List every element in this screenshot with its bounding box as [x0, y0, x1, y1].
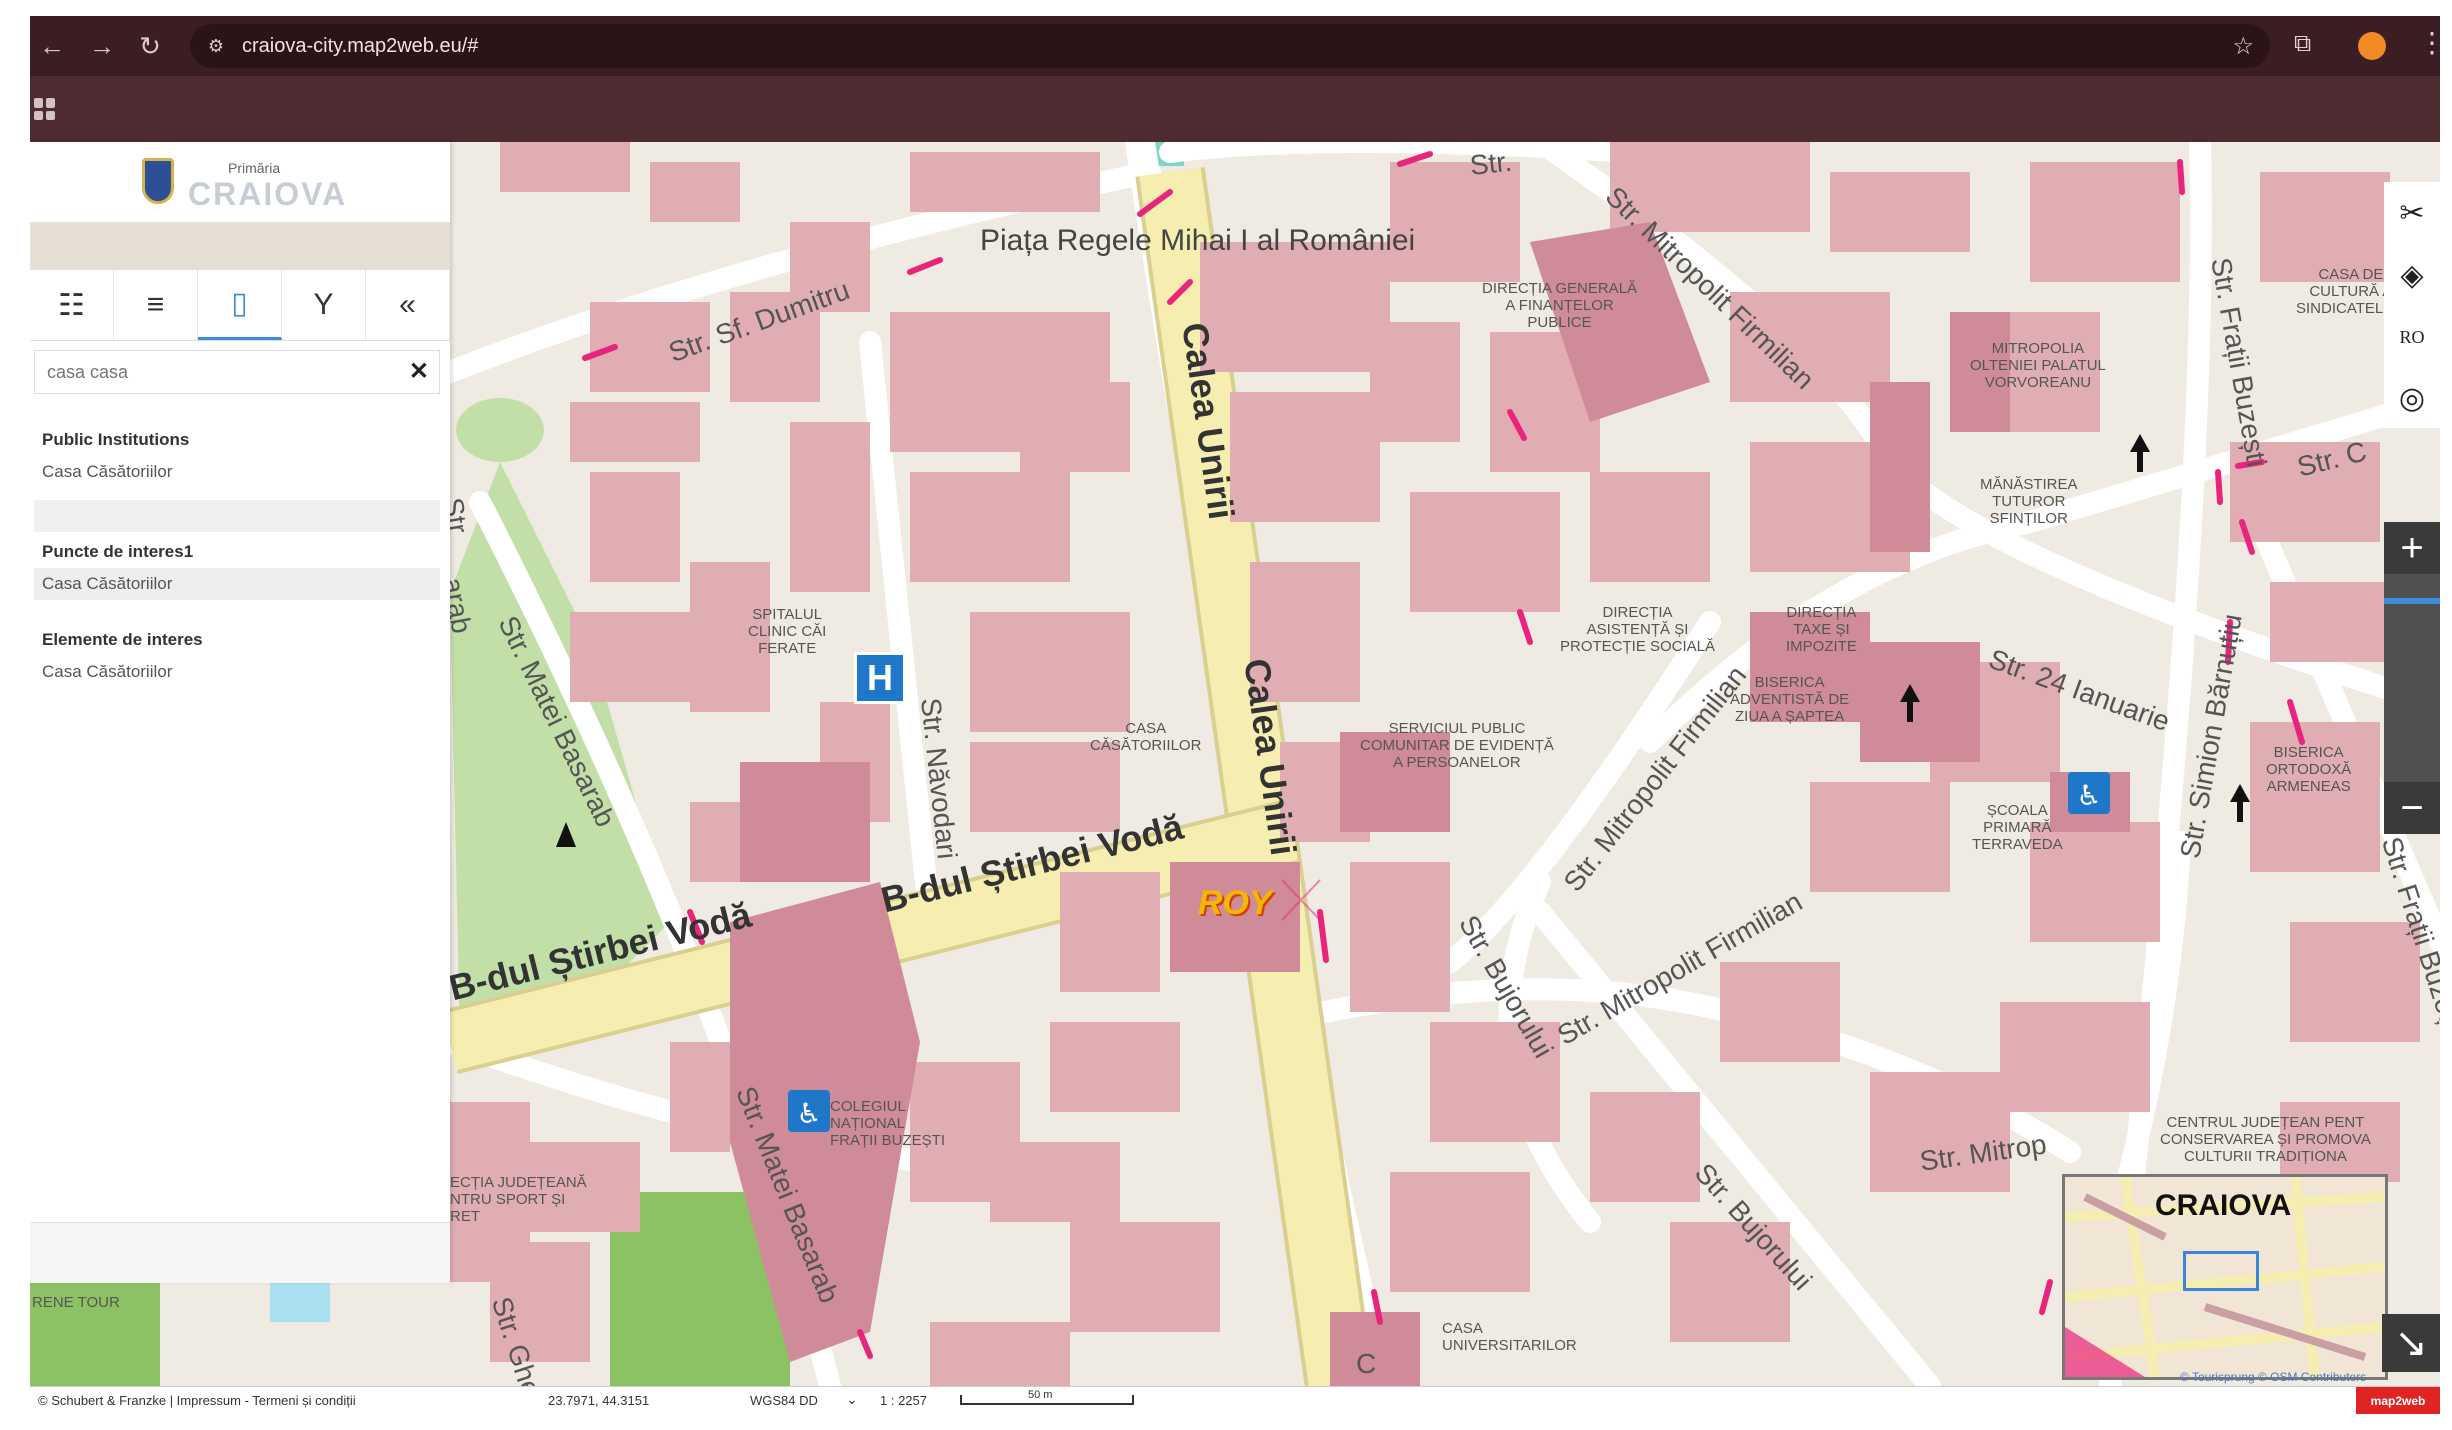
reload-icon[interactable]: ↻: [134, 30, 166, 62]
logo-subtitle: Primăria: [228, 160, 281, 176]
zoom-in-button[interactable]: +: [2384, 522, 2440, 574]
search-sidebar: Primăria CRAIOVA ☷ ≡ ▯ Y « ✕ Public Inst…: [30, 142, 450, 1283]
roy-logo: ROY: [1198, 884, 1272, 922]
zoom-slider-handle[interactable]: [2384, 598, 2440, 604]
clear-search-icon[interactable]: ✕: [409, 357, 429, 386]
search-box: ✕: [34, 350, 440, 394]
result-item[interactable]: Casa Căsătoriilor: [34, 568, 440, 600]
result-item[interactable]: Casa Căsătoriilor: [34, 656, 440, 688]
locate-icon[interactable]: ◎: [2384, 368, 2440, 429]
profile-avatar[interactable]: [2358, 32, 2386, 60]
url-text[interactable]: craiova-city.map2web.eu/#: [242, 35, 478, 58]
poi-label-adventista: BISERICA ADVENTISTĂ DE ZIUA A ȘAPTEA: [1730, 674, 1850, 725]
city-logo[interactable]: Primăria CRAIOVA: [30, 142, 450, 222]
tab-search[interactable]: ▯: [198, 270, 282, 340]
result-group-title: Elemente de interes: [42, 630, 203, 649]
minimap-viewport[interactable]: [2183, 1251, 2259, 1291]
poi-label-casa-universitarilor: CASA UNIVERSITARILOR: [1442, 1320, 1577, 1354]
bookmarks-bar: [30, 76, 2440, 142]
hospital-icon: H: [854, 652, 906, 704]
bookmark-star-icon[interactable]: ☆: [2232, 32, 2254, 61]
poi-label-biserica-ortodoxa: BISERICA ORTODOXĂ ARMENEAS: [2266, 744, 2352, 795]
poi-label-teren: RENE TOUR: [32, 1294, 120, 1311]
tab-collapse[interactable]: «: [366, 270, 450, 340]
menu-icon: ≡: [146, 288, 165, 321]
scale-bar-label: 50 m: [1028, 1389, 1053, 1401]
sidebar-map-strip: [30, 222, 450, 270]
poi-label-spitalul: SPITALUL CLINIC CĂI FERATE: [748, 606, 827, 657]
browser-window: ← → ↻ ⚙ craiova-city.map2web.eu/# ☆ ⧉ ⋮: [30, 16, 2440, 1414]
language-selector[interactable]: RO: [2384, 306, 2440, 369]
tools-icon[interactable]: ✂: [2384, 182, 2440, 245]
poi-label-casa-casatoriilor: CASA CĂSĂTORIILOR: [1090, 720, 1202, 754]
poi-label-scoala: ȘCOALA PRIMARĂ TERRAVEDA: [1972, 802, 2063, 853]
svg-text:♿: ♿: [796, 1097, 821, 1130]
poi-label-taxe: DIRECȚIA TAXE ȘI IMPOZITE: [1786, 604, 1857, 655]
coordinates-readout: 23.7971, 44.3151: [548, 1393, 650, 1408]
crs-select[interactable]: WGS84 DD: [750, 1393, 818, 1408]
site-settings-icon[interactable]: ⚙: [204, 34, 228, 58]
minimap-title: CRAIOVA: [2155, 1189, 2292, 1222]
poi-label-directia-finante: DIRECȚIA GENERALĂ A FINANȚELOR PUBLICE: [1482, 280, 1638, 331]
filter-icon: Y: [313, 288, 334, 321]
zoom-out-button[interactable]: −: [2384, 782, 2440, 834]
copyright-text[interactable]: © Schubert & Franzke | Impressum - Terme…: [38, 1393, 356, 1408]
svg-text:♿: ♿: [2076, 779, 2101, 812]
minimap-toggle-button[interactable]: ↘: [2382, 1314, 2440, 1372]
tab-legend[interactable]: ☷: [30, 270, 114, 340]
browser-toolbar: ← → ↻ ⚙ craiova-city.map2web.eu/# ☆ ⧉ ⋮: [30, 16, 2440, 76]
zoom-control: + −: [2384, 522, 2440, 834]
poi-label-mitropolia: MITROPOLIA OLTENIEI PALATUL VORVOREANU: [1970, 340, 2106, 391]
back-icon[interactable]: ←: [36, 30, 68, 62]
search-input[interactable]: [35, 351, 389, 393]
street-label-c: C: [1356, 1348, 1377, 1379]
tab-menu[interactable]: ≡: [114, 270, 198, 340]
extensions-icon[interactable]: ⧉: [2294, 30, 2311, 58]
sidebar-footer: [30, 1222, 450, 1283]
apps-grid-icon[interactable]: [34, 98, 56, 120]
address-bar[interactable]: ⚙ craiova-city.map2web.eu/# ☆: [190, 24, 2270, 68]
poi-label-manastirea: MĂNĂSTIREA TUTUROR SFINȚILOR: [1980, 476, 2078, 527]
poi-label-colegiul: COLEGIUL NAȚIONAL FRAȚII BUZEȘTI: [830, 1098, 946, 1149]
result-group-title: Public Institutions: [42, 430, 190, 449]
square-label: Piața Regele Mihai I al României: [980, 224, 1416, 257]
map-attribution[interactable]: © Tourisprung © OSM Contributors: [2180, 1370, 2366, 1384]
legend-list-icon: ☷: [58, 288, 85, 322]
result-group-title: Puncte de interes1: [42, 542, 194, 561]
poi-label-serviciul: SERVICIUL PUBLIC COMUNITAR DE EVIDENȚĂ A…: [1360, 720, 1554, 771]
layers-icon[interactable]: ◈: [2384, 244, 2440, 307]
scale-readout: 1 : 2257: [880, 1393, 927, 1408]
street-label-top: Str.: [1468, 145, 1514, 181]
crest-icon: [142, 158, 174, 204]
result-item[interactable]: Casa Căsătoriilor: [34, 456, 440, 488]
status-bar: © Schubert & Franzke | Impressum - Terme…: [30, 1386, 2440, 1414]
chevron-down-icon[interactable]: ⌄: [846, 1391, 858, 1408]
poi-label-asistenta: DIRECȚIA ASISTENȚĂ ȘI PROTECȚIE SOCIALĂ: [1560, 604, 1716, 655]
collapse-icon: «: [399, 288, 416, 321]
browser-menu-icon[interactable]: ⋮: [2418, 26, 2440, 59]
result-spacer: [34, 500, 440, 532]
logo-title: CRAIOVA: [188, 176, 348, 212]
poi-label-directia-sport: ECȚIA JUDEȚEANĂ NTRU SPORT ȘI RET: [450, 1174, 587, 1225]
sidebar-tabs: ☷ ≡ ▯ Y «: [30, 270, 450, 341]
poi-label-centrul: CENTRUL JUDEȚEAN PENT CONSERVAREA ȘI PRO…: [2160, 1114, 2371, 1165]
document-search-icon: ▯: [231, 287, 248, 320]
overview-minimap[interactable]: CRAIOVA: [2062, 1174, 2388, 1380]
tab-filter[interactable]: Y: [282, 270, 366, 340]
forward-icon[interactable]: →: [86, 30, 118, 62]
map2web-logo[interactable]: map2web: [2356, 1387, 2440, 1414]
